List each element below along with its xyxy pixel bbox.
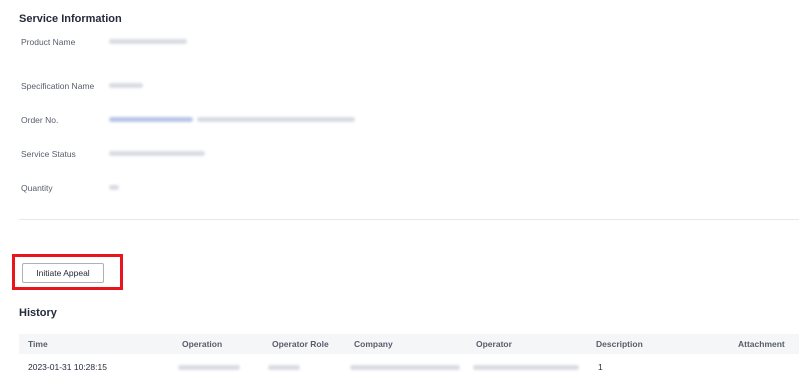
order-no-label: Order No. [21, 115, 59, 125]
product-name-value-redacted [109, 39, 187, 44]
cell-time: 2023-01-31 10:28:15 [28, 362, 107, 372]
column-header-time: Time [28, 339, 48, 349]
column-header-attachment: Attachment [738, 339, 785, 349]
cell-description: 1 [598, 362, 603, 372]
order-no-extra-redacted [197, 117, 355, 122]
info-row-quantity: Quantity [21, 181, 781, 195]
specification-name-label: Specification Name [21, 81, 95, 91]
service-status-value-redacted [109, 151, 205, 156]
initiate-appeal-button[interactable]: Initiate Appeal [22, 263, 104, 283]
quantity-label: Quantity [21, 183, 53, 193]
service-information-title: Service Information [19, 13, 122, 25]
column-header-company: Company [354, 339, 393, 349]
quantity-value-redacted [109, 185, 119, 190]
cell-company-redacted [350, 365, 460, 370]
product-name-label: Product Name [21, 37, 76, 47]
history-table-header: Time Operation Operator Role Company Ope… [19, 334, 799, 354]
column-header-operator-role: Operator Role [272, 339, 329, 349]
info-row-service-status: Service Status [21, 147, 781, 161]
info-row-order-no: Order No. [21, 113, 781, 127]
column-header-description: Description [596, 339, 643, 349]
cell-operation-redacted [178, 365, 240, 370]
history-title: History [19, 307, 57, 319]
table-row: 2023-01-31 10:28:15 1 [19, 357, 799, 378]
info-row-product-name: Product Name [21, 35, 781, 49]
specification-name-value-redacted [109, 83, 143, 88]
info-row-specification-name: Specification Name [21, 79, 781, 93]
section-divider [19, 219, 799, 220]
column-header-operator: Operator [476, 339, 512, 349]
cell-operator-role-redacted [268, 365, 300, 370]
order-no-link-redacted[interactable] [109, 117, 193, 122]
column-header-operation: Operation [182, 339, 223, 349]
service-status-label: Service Status [21, 149, 76, 159]
cell-operator-redacted [473, 365, 579, 370]
